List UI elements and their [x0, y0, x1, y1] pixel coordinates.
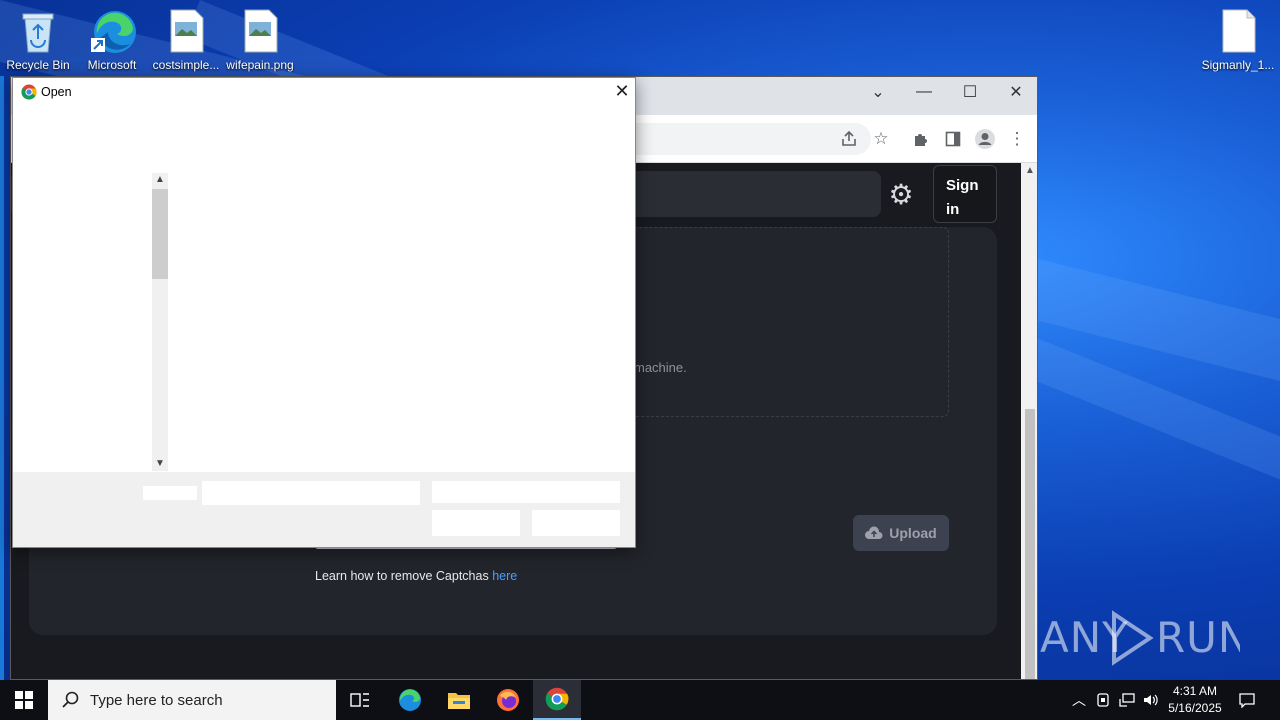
desktop-icon-label: wifepain.png: [226, 58, 294, 72]
blank-file-icon: [1217, 8, 1259, 54]
chrome-menu-button[interactable]: ⋮: [1005, 127, 1029, 151]
window-edge-strip: [0, 76, 4, 680]
recycle-bin-icon: [17, 8, 59, 54]
search-icon: [62, 691, 79, 708]
captcha-help-link[interactable]: here: [492, 569, 517, 583]
puzzle-icon: [915, 134, 927, 146]
upload-button[interactable]: Upload: [853, 515, 949, 551]
captcha-help-label: Learn how to remove Captchas: [315, 569, 493, 583]
extensions-button[interactable]: [909, 127, 933, 151]
open-file-dialog: Open ✕ ▲ ▼: [12, 77, 636, 548]
tab-search-button[interactable]: ⌄: [855, 77, 901, 107]
chevron-up-icon[interactable]: ▲: [152, 173, 168, 187]
minimize-button[interactable]: —: [901, 77, 947, 107]
dropzone-instructions: machine.: [634, 360, 687, 375]
scroll-up-arrow-icon[interactable]: ▲: [1025, 165, 1035, 176]
scrollbar-thumb[interactable]: [1025, 409, 1035, 679]
dialog-footer: [13, 472, 635, 547]
desktop-icon-wifepain[interactable]: wifepain.png: [222, 2, 298, 72]
desktop-icon-label: Recycle Bin: [6, 58, 70, 72]
clock-time: 4:31 AM: [1172, 684, 1218, 698]
gear-icon: ⚙: [888, 179, 914, 210]
settings-gear-button[interactable]: ⚙: [885, 179, 917, 211]
page-scrollbar[interactable]: ▲: [1021, 163, 1037, 679]
share-button[interactable]: [837, 127, 861, 151]
dialog-close-button[interactable]: ✕: [611, 80, 633, 102]
start-button[interactable]: [0, 680, 48, 720]
firefox-icon: [497, 689, 519, 711]
close-icon: ✕: [614, 81, 630, 101]
tray-device-button[interactable]: [1092, 680, 1114, 720]
image-file-icon: [239, 8, 281, 54]
file-name-input[interactable]: [202, 481, 420, 505]
taskbar-search-placeholder: Type here to search: [90, 691, 223, 709]
clock-date: 5/16/2025: [1168, 701, 1222, 715]
desktop-icon-costsimple[interactable]: costsimple...: [148, 2, 224, 72]
file-type-select[interactable]: [432, 481, 620, 503]
desktop-icon-microsoft-edge[interactable]: Microsoft: [74, 2, 150, 72]
desktop-icon-recycle-bin[interactable]: Recycle Bin: [0, 2, 76, 72]
desktop-icon-label: costsimple...: [152, 58, 220, 72]
taskbar-file-explorer-button[interactable]: [435, 680, 483, 720]
tray-network-button[interactable]: [1116, 680, 1138, 720]
sign-in-button[interactable]: Sign in: [933, 165, 997, 223]
minimize-icon: —: [916, 83, 932, 100]
network-icon: [1119, 693, 1135, 707]
tray-overflow-button[interactable]: ︿: [1068, 680, 1090, 720]
tray-volume-button[interactable]: [1140, 680, 1162, 720]
taskbar-search-box[interactable]: Type here to search: [48, 680, 336, 720]
task-view-icon: [350, 693, 369, 707]
device-icon: [1097, 693, 1109, 707]
dialog-title: Open: [41, 85, 72, 99]
chevron-down-icon: ⌄: [871, 84, 885, 101]
windows-taskbar: Type here to search ︿ 4:31 AM 5/16/2025: [0, 680, 1280, 720]
edge-icon: [399, 689, 421, 711]
notification-icon: [1239, 693, 1255, 708]
upload-button-label: Upload: [889, 525, 937, 541]
captcha-help-text: Learn how to remove Captchas here: [315, 569, 517, 583]
task-view-button[interactable]: [336, 680, 384, 720]
maximize-icon: ☐: [962, 84, 978, 101]
edge-icon: [91, 8, 136, 54]
taskbar-firefox-button[interactable]: [484, 680, 532, 720]
dialog-scrollbar-thumb[interactable]: [152, 189, 168, 279]
desktop-icon-label: Sigmanly_1...: [1201, 58, 1275, 72]
taskbar-chrome-button[interactable]: [533, 680, 581, 720]
dialog-nav-scrollbar[interactable]: ▲ ▼: [152, 173, 168, 471]
desktop-icon-label: Microsoft: [87, 58, 137, 72]
anyrun-watermark: ANY RUN: [1040, 606, 1249, 680]
share-icon: [842, 130, 856, 146]
profile-avatar-icon: [975, 129, 995, 149]
side-panel-button[interactable]: [941, 127, 965, 151]
windows-logo-icon: [15, 691, 33, 709]
close-window-button[interactable]: ✕: [993, 77, 1037, 107]
file-name-label-placeholder: [143, 486, 197, 500]
dialog-cancel-button[interactable]: [532, 510, 620, 536]
chevron-up-icon: ︿: [1072, 692, 1086, 708]
close-icon: ✕: [1009, 84, 1023, 101]
desktop-icon-sigmanly[interactable]: Sigmanly_1...: [1198, 2, 1278, 72]
cloud-upload-icon: [865, 526, 883, 539]
chrome-icon: [545, 687, 569, 711]
taskbar-edge-button[interactable]: [386, 680, 434, 720]
action-center-button[interactable]: [1236, 680, 1258, 720]
maximize-button[interactable]: ☐: [947, 77, 993, 107]
image-file-icon: [165, 8, 207, 54]
side-panel-icon: [945, 131, 961, 147]
chevron-down-icon[interactable]: ▼: [152, 457, 168, 471]
bookmark-star-button[interactable]: ☆: [869, 127, 893, 151]
taskbar-clock[interactable]: 4:31 AM 5/16/2025: [1160, 683, 1230, 717]
dialog-open-button[interactable]: [432, 510, 520, 536]
svg-text:RUN: RUN: [1156, 613, 1240, 662]
star-icon: ☆: [873, 129, 889, 148]
kebab-menu-icon: ⋮: [1008, 129, 1026, 148]
chrome-icon: [21, 84, 37, 100]
speaker-icon: [1144, 694, 1158, 706]
profile-button[interactable]: [973, 127, 997, 151]
folder-icon: [448, 693, 470, 709]
